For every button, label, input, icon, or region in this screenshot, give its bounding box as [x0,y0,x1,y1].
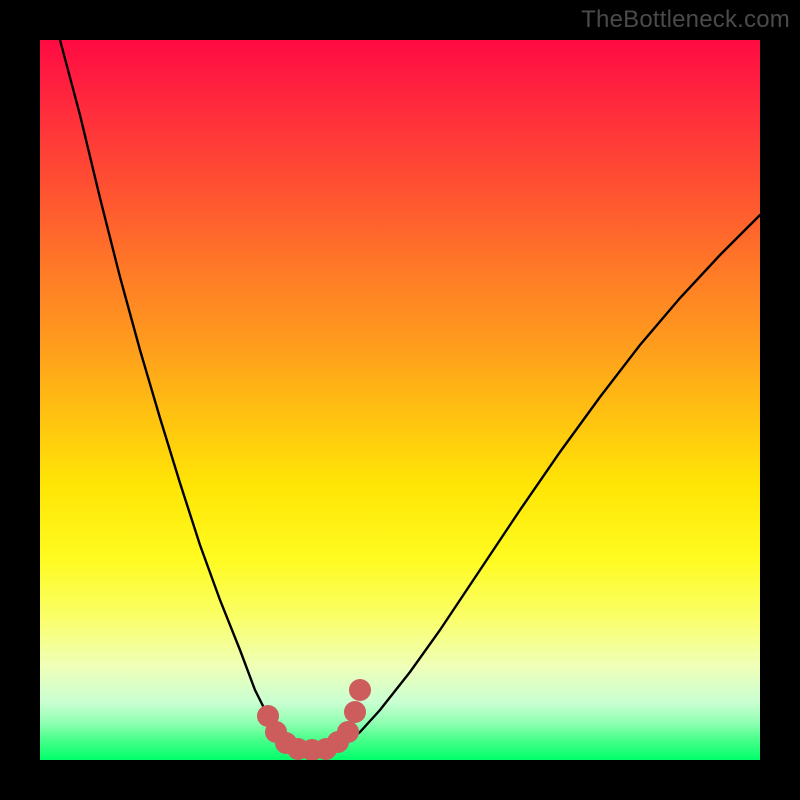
marker-group [257,679,371,760]
watermark-label: TheBottleneck.com [581,6,790,34]
chart-svg [40,40,760,760]
curve-marker [349,679,371,701]
curve-marker [344,701,366,723]
curve-left [60,40,280,740]
curve-marker [337,721,359,743]
plot-area [40,40,760,760]
chart-frame: TheBottleneck.com [0,0,800,800]
curve-right [350,215,760,740]
